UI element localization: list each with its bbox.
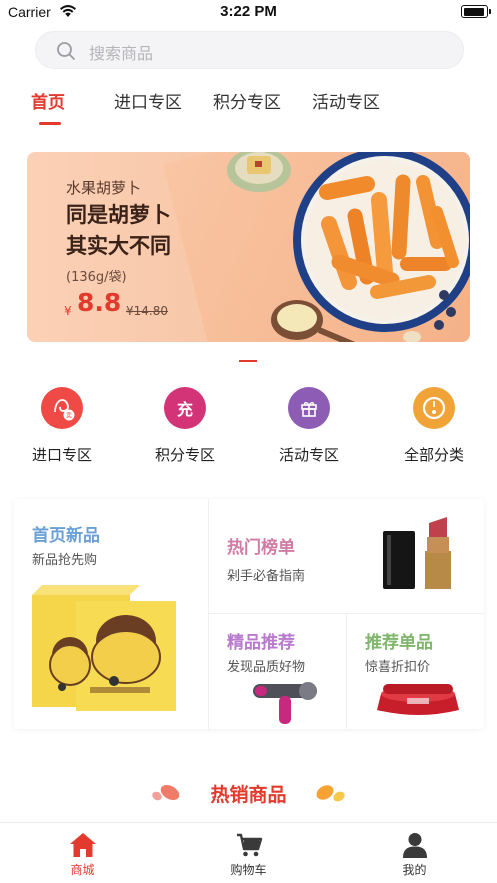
search-placeholder: 搜索商品	[89, 44, 154, 63]
banner-original-price: ¥14.80	[126, 304, 168, 318]
recharge-glyph: 充	[176, 400, 193, 419]
module-quality-picks[interactable]: 精品推荐 发现品质好物	[209, 614, 346, 729]
module-title: 精品推荐	[227, 633, 295, 653]
quick-entry-all-categories[interactable]: 全部分类	[379, 387, 489, 465]
banner-subtitle: 水果胡萝卜	[66, 179, 142, 197]
search-bar[interactable]: 搜索商品	[35, 31, 464, 69]
module-subtitle: 惊喜折扣价	[365, 660, 431, 675]
quick-entry-activity[interactable]: 活动专区	[254, 387, 364, 465]
module-title: 首页新品	[32, 526, 100, 546]
hairdryer-product-image	[253, 682, 317, 724]
tab-indicator	[39, 122, 61, 125]
module-hot-list[interactable]: 热门榜单 剁手必备指南	[209, 499, 484, 613]
module-subtitle: 剁手必备指南	[227, 569, 306, 584]
tab-import[interactable]: 进口专区	[114, 88, 182, 113]
banner-page-indicator	[239, 360, 257, 362]
cream-jar-product-image	[377, 684, 459, 715]
status-time: 3:22 PM	[220, 3, 277, 20]
featured-modules: 首页新品 新品抢先购 热门榜单 剁手必备指南 精品推荐 发现品质好物 推荐单品 …	[14, 499, 484, 729]
import-icon: 卖	[41, 387, 83, 429]
tabbar-label: 购物车	[230, 863, 267, 877]
gift-icon	[288, 387, 330, 429]
carrot-bowl-image	[227, 152, 470, 342]
search-icon	[57, 42, 75, 60]
hot-products-title: 热销商品	[210, 784, 287, 806]
quick-entry-import[interactable]: 卖 进口专区	[7, 387, 117, 465]
quick-entry-label: 积分专区	[154, 446, 215, 464]
quick-entry-label: 进口专区	[31, 446, 92, 464]
home-icon	[70, 833, 96, 857]
status-bar: Carrier 3:22 PM	[0, 0, 497, 26]
quick-entry-label: 活动专区	[278, 446, 339, 464]
tabbar-label: 商城	[70, 863, 95, 877]
banner-headline-2: 其实大不同	[66, 234, 171, 258]
module-subtitle: 新品抢先购	[32, 553, 98, 568]
module-title: 热门榜单	[227, 538, 295, 558]
tab-points[interactable]: 积分专区	[213, 88, 281, 113]
tabbar-item-cart[interactable]: 购物车	[166, 823, 331, 883]
quick-entry-points[interactable]: 充 积分专区	[130, 387, 240, 465]
tabbar-item-me[interactable]: 我的	[332, 823, 497, 883]
category-icon	[413, 387, 455, 429]
module-recommended-single[interactable]: 推荐单品 惊喜折扣价	[347, 614, 484, 729]
promo-banner[interactable]: 水果胡萝卜 同是胡萝卜 其实大不同 (136g/袋) ¥ 8.8 ¥14.80	[27, 152, 470, 342]
quick-entry-label: 全部分类	[403, 446, 464, 464]
banner-spec: (136g/袋)	[66, 270, 127, 285]
battery-icon	[461, 5, 491, 18]
mask-product-image	[32, 585, 176, 711]
cart-icon	[237, 833, 263, 857]
user-icon	[403, 833, 427, 858]
svg-text:卖: 卖	[66, 413, 72, 420]
recharge-icon: 充	[164, 387, 206, 429]
banner-price: 8.8	[77, 288, 122, 317]
module-new-products[interactable]: 首页新品 新品抢先购	[14, 499, 208, 729]
tab-home[interactable]: 首页	[31, 88, 65, 113]
tabbar-item-mall[interactable]: 商城	[0, 823, 165, 883]
lipstick-product-image	[383, 517, 451, 589]
bottom-tab-bar: 商城 购物车 我的	[0, 822, 497, 883]
tab-activity[interactable]: 活动专区	[312, 88, 380, 113]
module-title: 推荐单品	[365, 633, 433, 653]
tabbar-label: 我的	[402, 863, 427, 877]
module-subtitle: 发现品质好物	[227, 660, 306, 675]
banner-currency: ¥	[64, 304, 72, 318]
banner-headline-1: 同是胡萝卜	[66, 203, 171, 227]
